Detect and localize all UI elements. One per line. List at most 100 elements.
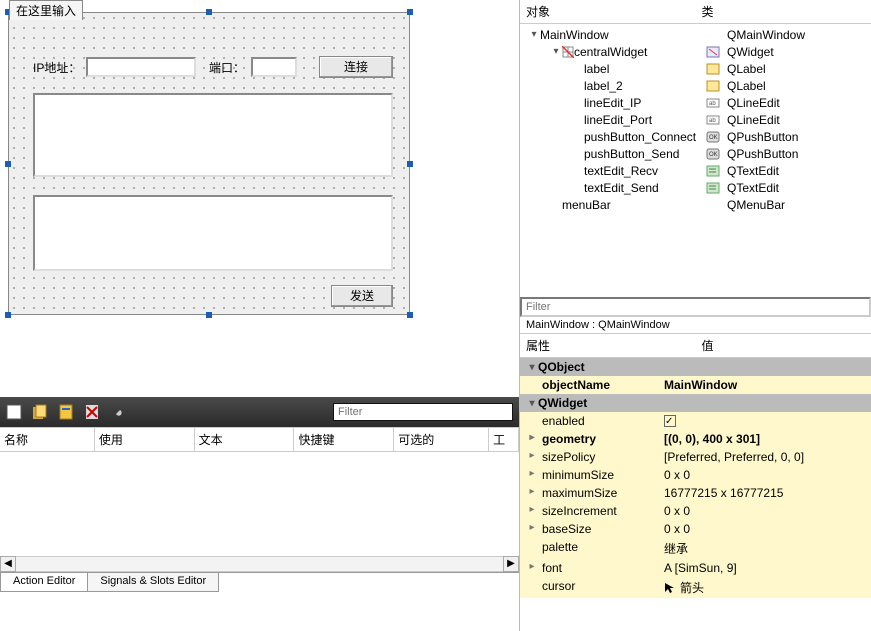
- object-tree-row[interactable]: textEdit_Recv QTextEdit: [520, 162, 871, 179]
- ip-input[interactable]: [86, 57, 196, 77]
- action-col-header[interactable]: 文本: [195, 428, 295, 451]
- object-name: label_2: [584, 79, 623, 93]
- port-input[interactable]: [251, 57, 297, 77]
- paste-icon[interactable]: [58, 404, 74, 420]
- object-name: lineEdit_IP: [584, 96, 641, 110]
- property-header-value: 值: [696, 334, 871, 357]
- property-filter-input[interactable]: [520, 297, 871, 317]
- expand-icon[interactable]: ▸: [527, 561, 537, 572]
- action-grid: 名称使用文本快捷键可选的工 ◀ ▶ Action EditorSignals &…: [0, 427, 519, 592]
- menubar-placeholder[interactable]: 在这里输入: [9, 0, 83, 20]
- action-col-header[interactable]: 快捷键: [294, 428, 394, 451]
- send-button[interactable]: 发送: [331, 285, 393, 307]
- tree-caret-icon[interactable]: ▾: [528, 29, 540, 40]
- expand-icon[interactable]: ▸: [527, 450, 537, 461]
- object-class: QPushButton: [727, 130, 798, 144]
- property-row[interactable]: ▸geometry[(0, 0), 400 x 301]: [520, 430, 871, 448]
- object-tree-row[interactable]: label QLabel: [520, 60, 871, 77]
- object-tree-row[interactable]: pushButton_Send OK QPushButton: [520, 145, 871, 162]
- object-tree-row[interactable]: menuBar QMenuBar: [520, 196, 871, 213]
- expand-icon[interactable]: ▸: [527, 432, 537, 443]
- object-name: pushButton_Connect: [584, 130, 696, 144]
- object-name: textEdit_Recv: [584, 164, 658, 178]
- objtree-header-class: 类: [696, 0, 871, 23]
- object-class: QMenuBar: [727, 198, 785, 212]
- property-row[interactable]: ▸minimumSize0 x 0: [520, 466, 871, 484]
- wrench-icon[interactable]: [110, 404, 126, 420]
- property-row[interactable]: objectNameMainWindow: [520, 376, 871, 394]
- object-tree-row[interactable]: pushButton_Connect OK QPushButton: [520, 128, 871, 145]
- new-icon[interactable]: [6, 404, 22, 420]
- object-class: QTextEdit: [727, 164, 779, 178]
- editor-tab[interactable]: Signals & Slots Editor: [87, 573, 219, 592]
- port-label: 端口：: [209, 59, 245, 76]
- property-section-header[interactable]: ▾ QWidget: [520, 394, 871, 412]
- cursor-arrow-icon: [664, 582, 676, 594]
- object-name: menuBar: [562, 198, 611, 212]
- property-title: MainWindow : QMainWindow: [520, 317, 871, 334]
- object-class: QLabel: [727, 62, 766, 76]
- svg-text:ab: ab: [709, 118, 716, 124]
- action-col-header[interactable]: 工: [489, 428, 519, 451]
- property-row[interactable]: ▸sizeIncrement0 x 0: [520, 502, 871, 520]
- object-name: lineEdit_Port: [584, 113, 652, 127]
- expand-icon[interactable]: ▸: [527, 468, 537, 479]
- tree-caret-icon[interactable]: ▾: [550, 46, 562, 57]
- object-name: textEdit_Send: [584, 181, 659, 195]
- ip-label: IP地址：: [33, 59, 80, 76]
- svg-text:OK: OK: [709, 152, 718, 158]
- object-tree-row[interactable]: textEdit_Send QTextEdit: [520, 179, 871, 196]
- copy-icon[interactable]: [32, 404, 48, 420]
- property-row[interactable]: ▸fontA [SimSun, 9]: [520, 559, 871, 577]
- object-class: QLineEdit: [727, 96, 780, 110]
- object-tree[interactable]: ▾MainWindowQMainWindow▾centralWidgetQWid…: [520, 24, 871, 217]
- property-row[interactable]: ▸baseSize0 x 0: [520, 520, 871, 538]
- editor-tab[interactable]: Action Editor: [0, 573, 88, 592]
- object-tree-row[interactable]: ▾centralWidgetQWidget: [520, 43, 871, 60]
- action-col-header[interactable]: 名称: [0, 428, 95, 451]
- property-row[interactable]: ▸sizePolicy[Preferred, Preferred, 0, 0]: [520, 448, 871, 466]
- checkbox-icon[interactable]: [664, 415, 676, 427]
- object-class: QWidget: [727, 45, 774, 59]
- form-designer[interactable]: 在这里输入 IP地址： 端口： 连接 发送: [0, 0, 519, 397]
- hscroll-track[interactable]: [16, 556, 503, 572]
- property-grid[interactable]: ▾ QObjectobjectNameMainWindow▾ QWidgeten…: [520, 358, 871, 598]
- action-toolbar: [0, 397, 519, 427]
- delete-icon[interactable]: [84, 404, 100, 420]
- action-col-header[interactable]: 使用: [95, 428, 195, 451]
- property-row[interactable]: ▸maximumSize16777215 x 16777215: [520, 484, 871, 502]
- connect-button[interactable]: 连接: [319, 56, 393, 78]
- property-section-header[interactable]: ▾ QObject: [520, 358, 871, 376]
- property-row[interactable]: cursor 箭头: [520, 577, 871, 598]
- object-class: QLabel: [727, 79, 766, 93]
- chevron-down-icon: ▾: [526, 362, 538, 373]
- objtree-header-object: 对象: [520, 0, 696, 23]
- property-row[interactable]: enabled: [520, 412, 871, 430]
- form-canvas[interactable]: IP地址： 端口： 连接 发送: [8, 12, 410, 315]
- scroll-left-icon[interactable]: ◀: [0, 556, 16, 572]
- svg-text:OK: OK: [709, 135, 718, 141]
- svg-text:ab: ab: [709, 101, 716, 107]
- object-name: label: [584, 62, 609, 76]
- send-textarea[interactable]: [33, 195, 393, 271]
- object-tree-row[interactable]: lineEdit_Port ab QLineEdit: [520, 111, 871, 128]
- action-col-header[interactable]: 可选的: [394, 428, 489, 451]
- object-tree-row[interactable]: label_2 QLabel: [520, 77, 871, 94]
- property-header-name: 属性: [520, 334, 696, 357]
- scroll-right-icon[interactable]: ▶: [503, 556, 519, 572]
- object-class: QPushButton: [727, 147, 798, 161]
- object-class: QTextEdit: [727, 181, 779, 195]
- chevron-down-icon: ▾: [526, 398, 538, 409]
- object-name: pushButton_Send: [584, 147, 679, 161]
- expand-icon[interactable]: ▸: [527, 504, 537, 515]
- expand-icon[interactable]: ▸: [527, 522, 537, 533]
- object-tree-row[interactable]: ▾MainWindow QMainWindow: [520, 26, 871, 43]
- object-tree-row[interactable]: lineEdit_IP ab QLineEdit: [520, 94, 871, 111]
- action-filter-input[interactable]: [333, 403, 513, 421]
- object-name: MainWindow: [540, 28, 609, 42]
- object-class: QLineEdit: [727, 113, 780, 127]
- object-class: QMainWindow: [727, 28, 805, 42]
- expand-icon[interactable]: ▸: [527, 486, 537, 497]
- property-row[interactable]: palette继承: [520, 538, 871, 559]
- recv-textarea[interactable]: [33, 93, 393, 177]
